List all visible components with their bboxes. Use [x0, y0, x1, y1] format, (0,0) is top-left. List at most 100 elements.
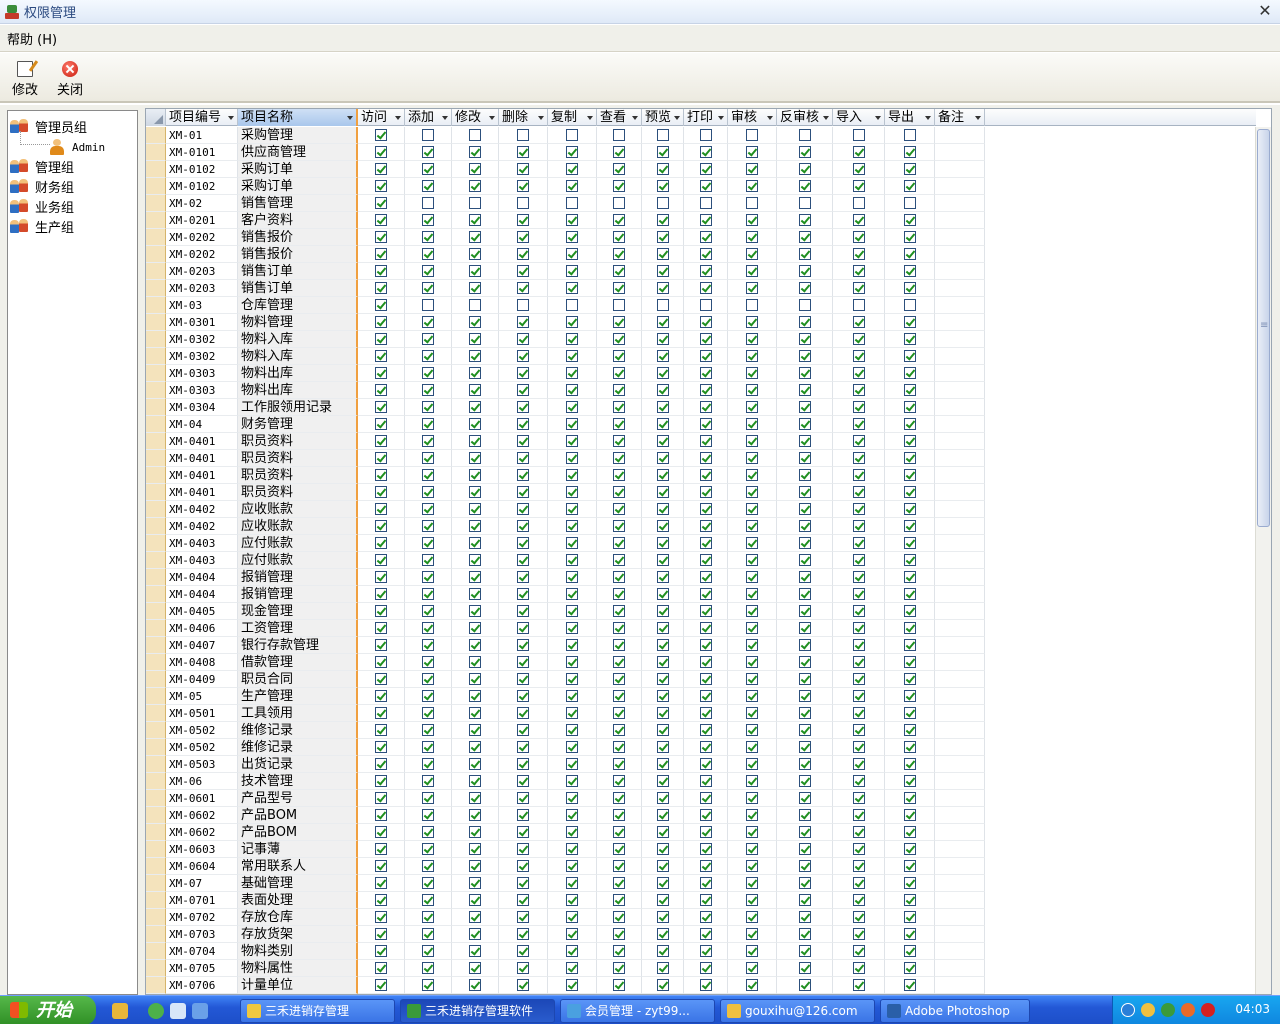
item-name-cell[interactable]: 基础管理 — [238, 875, 358, 892]
item-code-cell[interactable]: XM-0602 — [166, 824, 238, 841]
item-name-cell[interactable]: 职员资料 — [238, 484, 358, 501]
permission-checkbox[interactable] — [613, 435, 625, 447]
permission-checkbox[interactable] — [798, 741, 811, 753]
permission-checkbox[interactable] — [422, 826, 434, 838]
quicklaunch-ie-icon[interactable] — [192, 1003, 208, 1019]
permission-checkbox[interactable] — [699, 809, 712, 821]
permission-checkbox[interactable] — [613, 163, 625, 175]
permission-checkbox[interactable] — [699, 520, 712, 532]
row-selector[interactable] — [146, 671, 166, 688]
permission-checkbox[interactable] — [375, 792, 387, 804]
edit-button[interactable]: 修改 — [5, 61, 45, 99]
permission-checkbox[interactable] — [613, 316, 625, 328]
item-code-cell[interactable]: XM-05 — [166, 688, 238, 705]
permission-checkbox[interactable] — [517, 809, 529, 821]
row-selector[interactable] — [146, 960, 166, 977]
table-row[interactable]: XM-06 技术管理 — [146, 773, 1256, 790]
permission-checkbox[interactable] — [469, 775, 481, 787]
permission-checkbox[interactable] — [852, 775, 865, 787]
table-row[interactable]: XM-0402 应收账款 — [146, 501, 1256, 518]
column-header-14[interactable]: 备注 — [935, 109, 985, 126]
dropdown-arrow-icon[interactable] — [823, 116, 829, 120]
table-row[interactable]: XM-01 采购管理 — [146, 127, 1256, 144]
permission-checkbox[interactable] — [422, 146, 434, 158]
permission-checkbox[interactable] — [566, 775, 578, 787]
permission-checkbox[interactable] — [798, 707, 811, 719]
permission-checkbox[interactable] — [375, 673, 387, 685]
permission-checkbox[interactable] — [798, 877, 811, 889]
permission-checkbox[interactable] — [699, 350, 712, 362]
permission-checkbox[interactable] — [746, 792, 758, 804]
permission-checkbox[interactable] — [566, 656, 578, 668]
permission-checkbox[interactable] — [613, 180, 625, 192]
item-name-cell[interactable]: 报销管理 — [238, 569, 358, 586]
permission-checkbox[interactable] — [699, 452, 712, 464]
permission-checkbox[interactable] — [699, 231, 712, 243]
table-row[interactable]: XM-0401 职员资料 — [146, 467, 1256, 484]
permission-checkbox[interactable] — [656, 350, 669, 362]
permission-checkbox[interactable] — [699, 333, 712, 345]
permission-checkbox[interactable] — [798, 843, 811, 855]
item-code-cell[interactable]: XM-0703 — [166, 926, 238, 943]
permission-checkbox[interactable] — [798, 537, 811, 549]
item-name-cell[interactable]: 物料入库 — [238, 331, 358, 348]
permission-checkbox[interactable] — [566, 707, 578, 719]
item-code-cell[interactable]: XM-0401 — [166, 433, 238, 450]
item-name-cell[interactable]: 采购订单 — [238, 161, 358, 178]
remark-cell[interactable] — [935, 331, 985, 348]
permission-checkbox[interactable] — [375, 129, 387, 141]
remark-cell[interactable] — [935, 433, 985, 450]
permission-checkbox[interactable] — [422, 945, 434, 957]
permission-checkbox[interactable] — [903, 248, 916, 260]
permission-checkbox[interactable] — [422, 843, 434, 855]
remark-cell[interactable] — [935, 484, 985, 501]
permission-checkbox[interactable] — [517, 282, 529, 294]
permission-checkbox[interactable] — [566, 350, 578, 362]
permission-checkbox[interactable] — [566, 962, 578, 974]
quicklaunch-app-icon[interactable] — [112, 1003, 128, 1019]
item-code-cell[interactable]: XM-0304 — [166, 399, 238, 416]
permission-checkbox[interactable] — [613, 129, 625, 141]
row-selector[interactable] — [146, 875, 166, 892]
column-header-3[interactable]: 添加 — [405, 109, 452, 126]
permission-checkbox[interactable] — [852, 962, 865, 974]
permission-checkbox[interactable] — [798, 792, 811, 804]
permission-checkbox[interactable] — [746, 214, 758, 226]
permission-checkbox[interactable] — [566, 894, 578, 906]
permission-checkbox[interactable] — [798, 724, 811, 736]
permission-checkbox[interactable] — [656, 605, 669, 617]
remark-cell[interactable] — [935, 943, 985, 960]
permission-checkbox[interactable] — [852, 724, 865, 736]
permission-checkbox[interactable] — [699, 622, 712, 634]
remark-cell[interactable] — [935, 807, 985, 824]
table-row[interactable]: XM-0102 采购订单 — [146, 161, 1256, 178]
permission-checkbox[interactable] — [469, 622, 481, 634]
row-selector[interactable] — [146, 212, 166, 229]
item-code-cell[interactable]: XM-04 — [166, 416, 238, 433]
permission-checkbox[interactable] — [699, 605, 712, 617]
item-name-cell[interactable]: 生产管理 — [238, 688, 358, 705]
dropdown-arrow-icon[interactable] — [674, 116, 680, 120]
taskbar-button-4[interactable]: Adobe Photoshop — [880, 999, 1030, 1023]
permission-checkbox[interactable] — [375, 316, 387, 328]
permission-checkbox[interactable] — [699, 384, 712, 396]
permission-checkbox[interactable] — [422, 928, 434, 940]
remark-cell[interactable] — [935, 977, 985, 994]
item-name-cell[interactable]: 销售订单 — [238, 280, 358, 297]
remark-cell[interactable] — [935, 365, 985, 382]
permission-checkbox[interactable] — [699, 639, 712, 651]
permission-checkbox[interactable] — [746, 180, 758, 192]
permission-checkbox[interactable] — [613, 809, 625, 821]
permission-checkbox[interactable] — [613, 656, 625, 668]
permission-checkbox[interactable] — [469, 860, 481, 872]
permission-checkbox[interactable] — [517, 877, 529, 889]
table-row[interactable]: XM-0602 产品BOM — [146, 807, 1256, 824]
permission-checkbox[interactable] — [517, 605, 529, 617]
permission-checkbox[interactable] — [613, 231, 625, 243]
column-header-9[interactable]: 打印 — [684, 109, 728, 126]
permission-checkbox[interactable] — [852, 435, 865, 447]
permission-checkbox[interactable] — [517, 418, 529, 430]
permission-checkbox[interactable] — [375, 843, 387, 855]
permission-checkbox[interactable] — [656, 129, 669, 141]
permission-checkbox[interactable] — [422, 401, 434, 413]
